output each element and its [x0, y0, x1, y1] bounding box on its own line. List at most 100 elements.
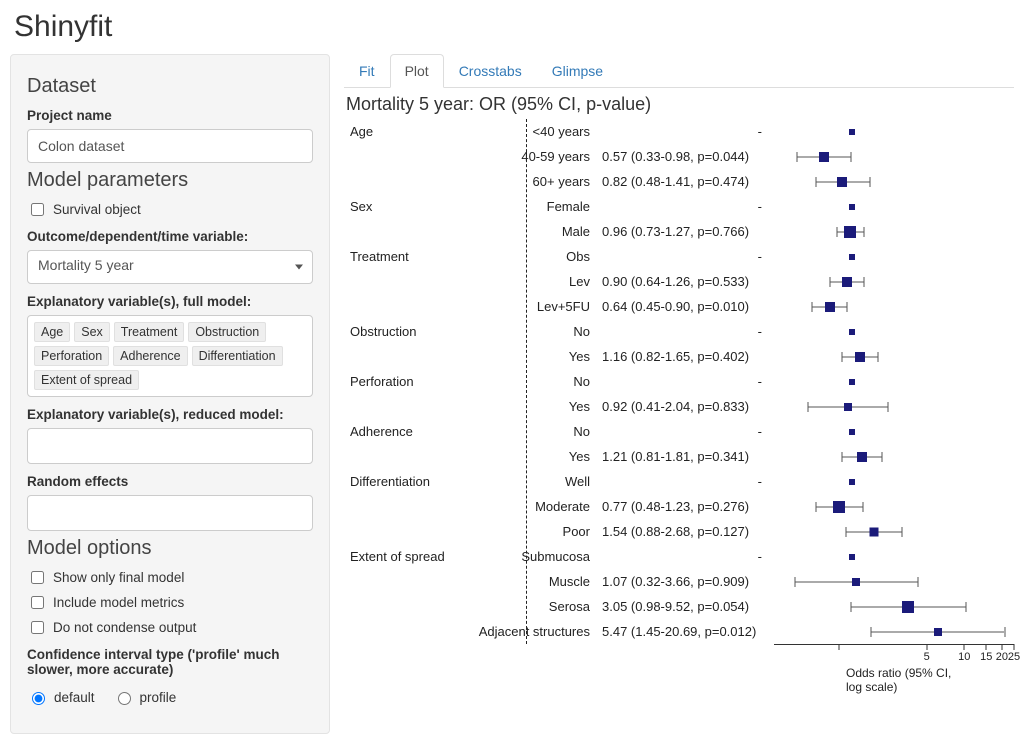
axis-tick-label: 25 — [1008, 651, 1020, 663]
level-label: Serosa — [460, 599, 602, 614]
explanatory-token[interactable]: Treatment — [114, 322, 185, 342]
survival-object-input[interactable] — [31, 203, 44, 216]
axis-tick — [964, 644, 965, 650]
show-final-input[interactable] — [31, 571, 44, 584]
point-marker — [852, 578, 860, 586]
outcome-label: Outcome/dependent/time variable: — [27, 229, 313, 244]
level-label: Well — [460, 474, 602, 489]
stat-label: 1.21 (0.81-1.81, p=0.341) — [602, 449, 792, 464]
ci-radio-profile-label: profile — [140, 690, 177, 705]
forest-row: Age<40 years- — [344, 119, 1014, 144]
tab-fit[interactable]: Fit — [344, 54, 390, 88]
axis-tick — [839, 644, 840, 650]
point-marker — [934, 628, 942, 636]
plot-cell — [792, 569, 1014, 594]
show-final-label: Show only final model — [53, 570, 184, 585]
tab-plot[interactable]: Plot — [390, 54, 444, 88]
axis-tick — [926, 644, 927, 650]
ci-cap — [917, 577, 918, 587]
sidebar-panel: Dataset Project name Model parameters Su… — [10, 54, 330, 734]
plot-cell — [792, 394, 1014, 419]
forest-row: Extent of spreadSubmucosa- — [344, 544, 1014, 569]
point-marker — [849, 254, 855, 260]
explanatory-token[interactable]: Sex — [74, 322, 110, 342]
plot-cell — [792, 169, 1014, 194]
forest-row: Yes1.16 (0.82-1.65, p=0.402) — [344, 344, 1014, 369]
tab-crosstabs[interactable]: Crosstabs — [444, 54, 537, 88]
forest-row: Lev0.90 (0.64-1.26, p=0.533) — [344, 269, 1014, 294]
stat-label: - — [602, 549, 792, 564]
axis-tick — [1014, 644, 1015, 650]
outcome-select[interactable]: Mortality 5 year — [27, 250, 313, 284]
explanatory-token[interactable]: Obstruction — [188, 322, 266, 342]
ci-radio-default-input[interactable] — [32, 692, 45, 705]
plot-cell — [792, 219, 1014, 244]
ci-radio-profile-input[interactable] — [118, 692, 131, 705]
explanatory-token[interactable]: Extent of spread — [34, 370, 139, 390]
tab-glimpse[interactable]: Glimpse — [537, 54, 618, 88]
level-label: 40-59 years — [460, 149, 602, 164]
ci-cap — [830, 277, 831, 287]
forest-row: AdherenceNo- — [344, 419, 1014, 444]
point-marker — [849, 554, 855, 560]
point-marker — [870, 527, 879, 536]
plot-cell — [792, 344, 1014, 369]
forest-row: SexFemale- — [344, 194, 1014, 219]
include-metrics-checkbox[interactable]: Include model metrics — [27, 593, 313, 612]
random-effects-label: Random effects — [27, 474, 313, 489]
no-condense-input[interactable] — [31, 621, 44, 634]
ci-cap — [871, 627, 872, 637]
point-marker — [902, 601, 914, 613]
plot-cell — [792, 444, 1014, 469]
ci-radio-profile[interactable]: profile — [113, 689, 177, 705]
ci-cap — [1004, 627, 1005, 637]
stat-label: 3.05 (0.98-9.52, p=0.054) — [602, 599, 792, 614]
plot-cell — [792, 369, 1014, 394]
stat-label: 1.07 (0.32-3.66, p=0.909) — [602, 574, 792, 589]
level-label: No — [460, 424, 602, 439]
axis-tick-label: 10 — [958, 651, 970, 663]
explanatory-token[interactable]: Adherence — [113, 346, 187, 366]
ci-cap — [877, 352, 878, 362]
point-marker — [842, 277, 852, 287]
forest-row: Yes1.21 (0.81-1.81, p=0.341) — [344, 444, 1014, 469]
ci-type-label: Confidence interval type ('profile' much… — [27, 647, 307, 677]
level-label: Lev+5FU — [460, 299, 602, 314]
plot-cell — [792, 194, 1014, 219]
ci-cap — [851, 602, 852, 612]
stat-label: - — [602, 124, 792, 139]
level-label: Adjacent structures — [460, 624, 602, 639]
stat-label: 0.96 (0.73-1.27, p=0.766) — [602, 224, 792, 239]
plot-cell — [792, 619, 1014, 644]
plot-cell — [792, 544, 1014, 569]
explanatory-full-input[interactable]: AgeSexTreatmentObstruction PerforationAdh… — [27, 315, 313, 397]
survival-object-checkbox[interactable]: Survival object — [27, 200, 313, 219]
reference-line — [526, 119, 527, 644]
stat-label: 0.90 (0.64-1.26, p=0.533) — [602, 274, 792, 289]
show-final-checkbox[interactable]: Show only final model — [27, 568, 313, 587]
level-label: Lev — [460, 274, 602, 289]
stat-label: 0.57 (0.33-0.98, p=0.044) — [602, 149, 792, 164]
plot-cell — [792, 244, 1014, 269]
explanatory-token[interactable]: Differentiation — [192, 346, 283, 366]
plot-cell — [792, 269, 1014, 294]
point-marker — [849, 429, 855, 435]
forest-row: DifferentiationWell- — [344, 469, 1014, 494]
include-metrics-input[interactable] — [31, 596, 44, 609]
point-marker — [849, 204, 855, 210]
group-label: Perforation — [344, 374, 460, 389]
no-condense-label: Do not condense output — [53, 620, 196, 635]
plot-cell — [792, 519, 1014, 544]
plot-cell — [792, 494, 1014, 519]
explanatory-token[interactable]: Age — [34, 322, 70, 342]
explanatory-reduced-input[interactable] — [27, 428, 313, 464]
explanatory-token[interactable]: Perforation — [34, 346, 109, 366]
forest-row: 60+ years0.82 (0.48-1.41, p=0.474) — [344, 169, 1014, 194]
level-label: No — [460, 324, 602, 339]
no-condense-checkbox[interactable]: Do not condense output — [27, 618, 313, 637]
point-marker — [857, 452, 867, 462]
ci-radio-default[interactable]: default — [27, 689, 95, 705]
random-effects-input[interactable] — [27, 495, 313, 531]
project-name-input[interactable] — [27, 129, 313, 163]
axis-tick-label: 15 — [980, 651, 992, 663]
